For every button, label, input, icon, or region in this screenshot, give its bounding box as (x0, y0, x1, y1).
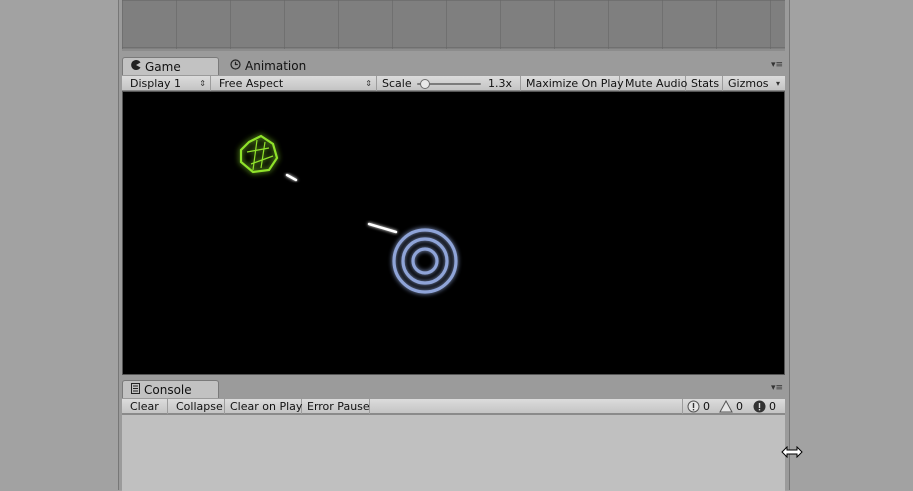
warning-icon (719, 400, 733, 413)
collapse-label: Collapse (176, 400, 223, 413)
game-toolbar: Display 1 ⇕ Free Aspect ⇕ Scale 1.3x Max… (122, 75, 785, 91)
pacman-icon (131, 60, 141, 73)
gizmos-label: Gizmos (728, 77, 769, 90)
updown-arrow-icon: ⇕ (199, 79, 206, 88)
tab-console-label: Console (144, 382, 192, 397)
scale-label: Scale (382, 77, 412, 90)
aspect-dropdown-value: Free Aspect (219, 77, 284, 90)
warning-count-toggle[interactable]: 0 (715, 399, 747, 414)
tab-animation[interactable]: Animation (222, 57, 322, 75)
scene-view-grid[interactable] (122, 0, 785, 51)
updown-arrow-icon: ⇕ (365, 79, 372, 88)
gizmos-dropdown[interactable]: Gizmos ▾ (723, 76, 782, 91)
scale-value: 1.3x (488, 77, 513, 90)
info-count: 0 (703, 400, 710, 413)
asteroid-sprite (239, 134, 279, 174)
bullet-trail-sprite (367, 222, 398, 234)
clear-button[interactable]: Clear (125, 399, 168, 414)
game-panel-tabbar: Game Animation ▾≡ (122, 57, 785, 75)
mute-audio-toggle[interactable]: Mute Audio (620, 76, 688, 91)
info-count-toggle[interactable]: 0 (682, 399, 714, 414)
bullet-sprite (285, 173, 298, 182)
clear-on-play-label: Clear on Play (230, 400, 303, 413)
console-log-area[interactable] (122, 414, 785, 491)
clear-on-play-toggle[interactable]: Clear on Play (225, 399, 302, 414)
stats-label: Stats (691, 77, 720, 90)
maximize-on-play-toggle[interactable]: Maximize On Play (521, 76, 624, 91)
clock-icon (230, 59, 241, 73)
editor-column: Game Animation ▾≡ Display 1 ⇕ Free Aspec… (118, 0, 790, 491)
console-icon (131, 382, 140, 397)
stats-toggle[interactable]: Stats (686, 76, 723, 91)
tab-game-label: Game (145, 59, 181, 74)
clear-label: Clear (130, 400, 159, 413)
panel-menu-icon[interactable]: ▾≡ (771, 383, 783, 393)
console-toolbar: Clear Collapse Clear on Play Error Pause… (122, 398, 785, 414)
scale-slider-thumb[interactable] (419, 79, 430, 89)
collapse-toggle[interactable]: Collapse (171, 399, 225, 414)
tab-console[interactable]: Console (122, 380, 219, 398)
display-dropdown[interactable]: Display 1 ⇕ (125, 76, 211, 91)
mute-audio-label: Mute Audio (625, 77, 688, 90)
error-count: 0 (769, 400, 776, 413)
warning-count: 0 (736, 400, 743, 413)
display-dropdown-value: Display 1 (130, 77, 182, 90)
game-viewport[interactable] (122, 91, 785, 375)
dropdown-arrow-icon: ▾ (775, 79, 780, 88)
tab-animation-label: Animation (245, 59, 307, 73)
resize-horizontal-cursor-icon (781, 446, 803, 458)
player-rings-sprite (392, 228, 458, 294)
error-pause-toggle[interactable]: Error Pause (302, 399, 370, 414)
panel-menu-icon[interactable]: ▾≡ (771, 60, 783, 70)
error-count-toggle[interactable]: 0 (749, 399, 780, 414)
error-icon (753, 400, 766, 413)
game-scene (239, 134, 458, 294)
scale-control: Scale 1.3x (377, 76, 521, 91)
info-icon (687, 400, 700, 413)
tab-game[interactable]: Game (122, 57, 219, 75)
aspect-dropdown[interactable]: Free Aspect ⇕ (214, 76, 377, 91)
error-pause-label: Error Pause (307, 400, 370, 413)
maximize-on-play-label: Maximize On Play (526, 77, 624, 90)
console-panel-tabbar: Console ▾≡ (122, 380, 785, 398)
